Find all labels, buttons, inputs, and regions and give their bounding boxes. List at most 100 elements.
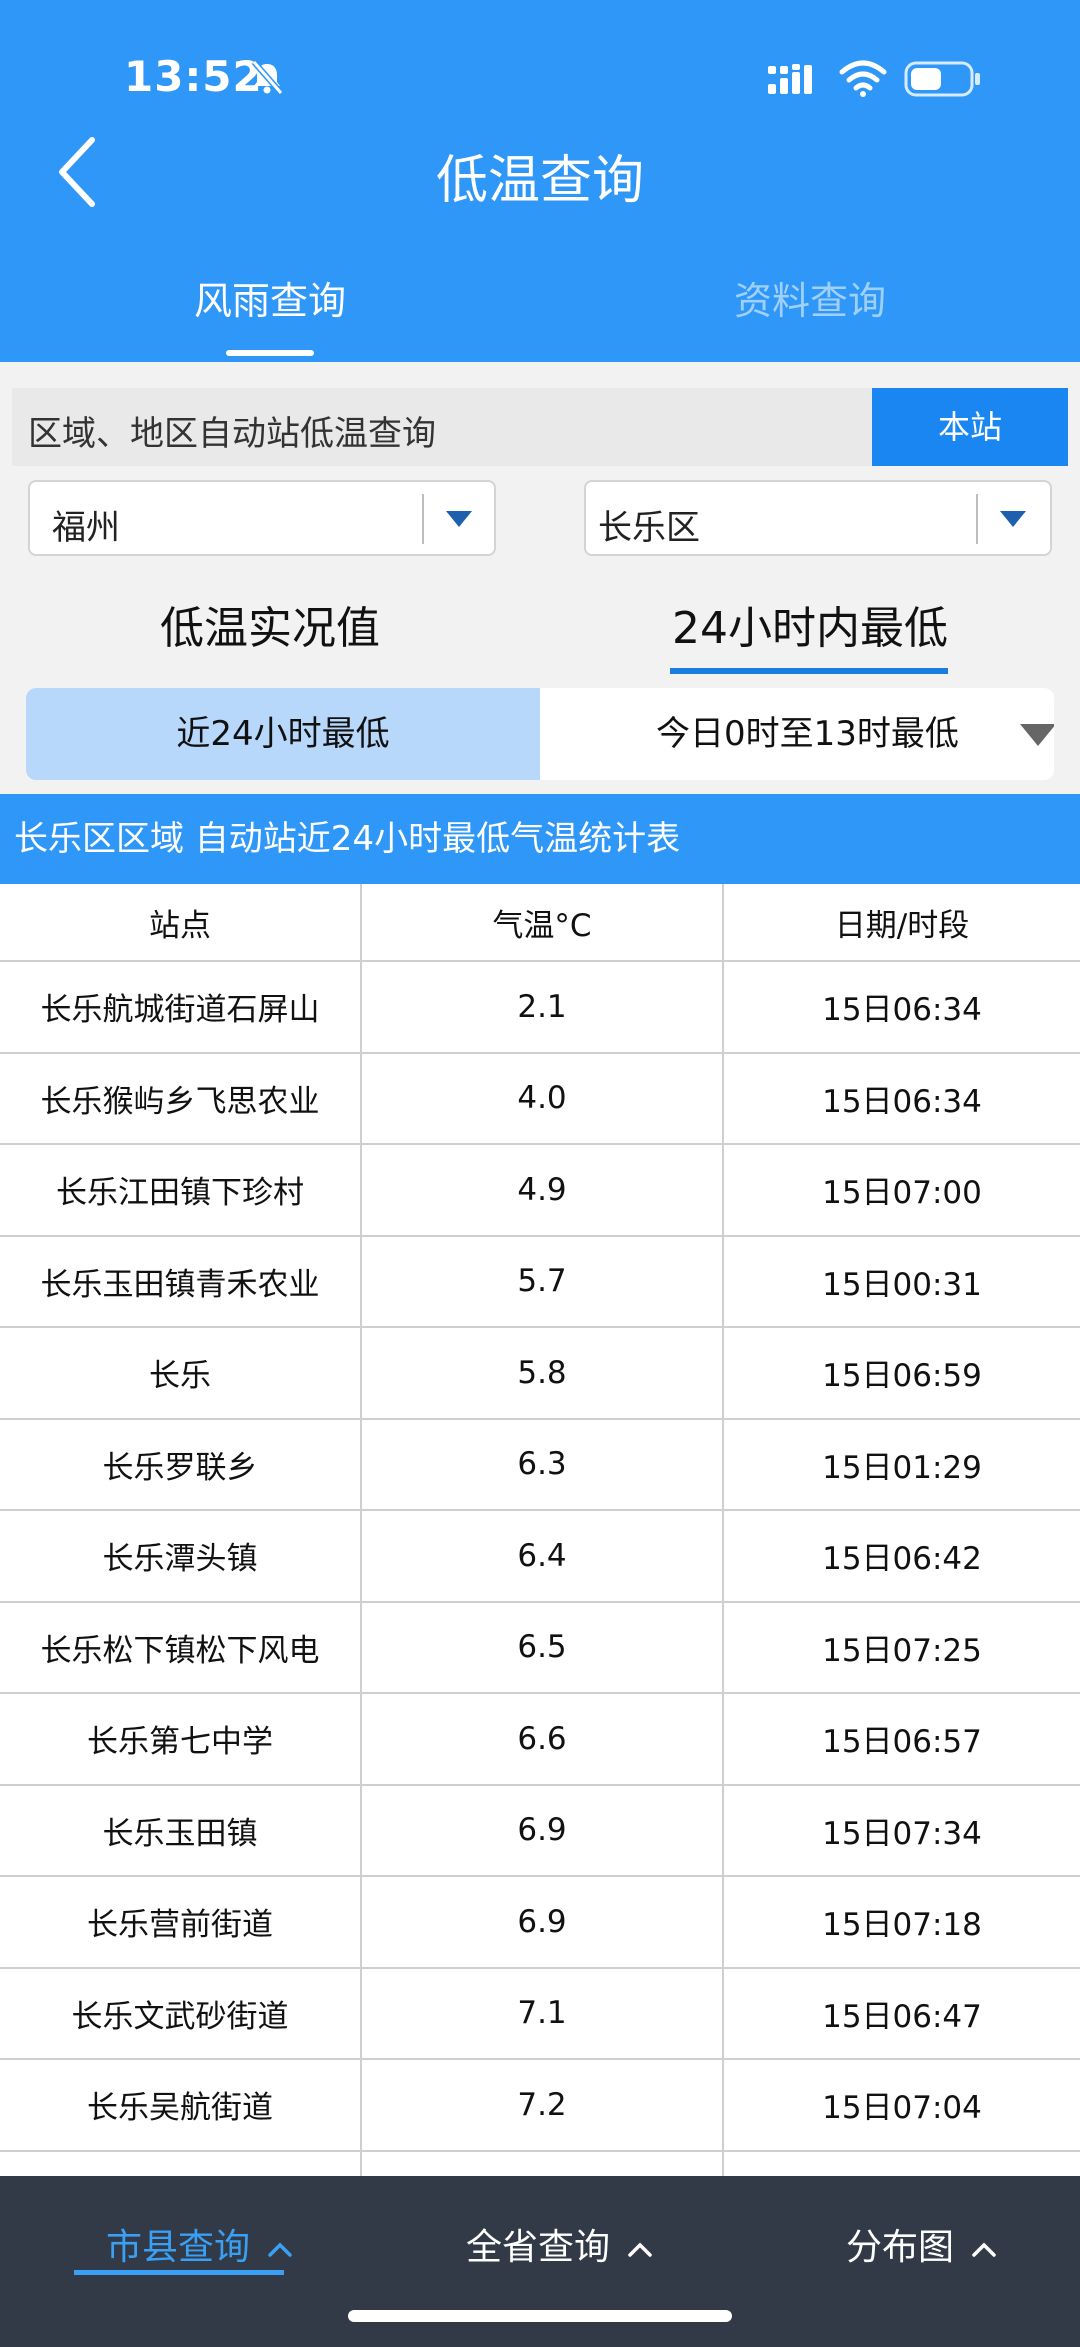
- cell-station: 长乐猴屿乡飞思农业: [40, 1083, 320, 1120]
- page-title: 低温查询: [435, 151, 644, 211]
- mode-tab-indicator: [670, 668, 948, 674]
- dropdown-triangle-icon[interactable]: [1018, 722, 1054, 748]
- bottom-tab-label: 分布图: [846, 2227, 955, 2268]
- cell-datetime: 15日06:47: [722, 1968, 1080, 2058]
- cell-temperature: 6.9: [360, 1785, 722, 1875]
- cell-temperature: 6.4: [360, 1511, 722, 1601]
- cell-datetime: 15日07:34: [722, 1785, 1080, 1875]
- cellular-signal-icon: [768, 64, 812, 94]
- bottom-tab-label: 市县查询: [106, 2227, 251, 2268]
- chevron-up-icon: [268, 2242, 293, 2257]
- cell-datetime: 15日07:04: [722, 2060, 1080, 2150]
- city-select-value: 福州: [52, 508, 120, 548]
- cell-temperature: 6.5: [360, 1602, 722, 1692]
- status-time: 13:52: [124, 52, 263, 101]
- cell-temperature: 6.6: [360, 1694, 722, 1784]
- cell-station: 长乐江田镇下珍村: [56, 1175, 304, 1212]
- query-label: 区域、地区自动站低温查询: [28, 414, 436, 454]
- cell-temperature: 7.2: [360, 2060, 722, 2150]
- cell-datetime: 15日06:42: [722, 1511, 1080, 1601]
- bottom-tab-indicator: [74, 2270, 284, 2275]
- cell-temperature: 2.1: [360, 962, 722, 1052]
- table-row: 长乐吴航街道 7.2 15日07:04: [0, 2060, 1080, 2152]
- dropdown-arrow-icon: [1000, 511, 1026, 527]
- bell-muted-icon: [251, 60, 284, 95]
- chevron-up-icon: [972, 2242, 997, 2257]
- battery-icon: [904, 61, 980, 97]
- cell-station: 长乐第七中学: [87, 1724, 273, 1761]
- cell-datetime: 15日06:34: [722, 1053, 1080, 1143]
- bottom-nav: 市县查询 全省查询 分布图: [0, 2176, 1080, 2347]
- home-indicator: [348, 2310, 732, 2322]
- tab-low-temp-live[interactable]: 低温实况值: [0, 592, 540, 656]
- cell-datetime: 15日07:18: [722, 1877, 1080, 1967]
- cell-station: 长乐松下镇松下风电: [40, 1632, 320, 1669]
- table-row: 长乐营前街道 6.9 15日07:18: [0, 1877, 1080, 1969]
- select-divider: [976, 494, 978, 544]
- cell-station: 长乐: [149, 1358, 211, 1395]
- column-header-temperature: 气温°C: [360, 884, 722, 960]
- table-row: 长乐松下镇松下风电 6.5 15日07:25: [0, 1602, 1080, 1694]
- table-row-partial: [0, 2151, 1080, 2177]
- table-cell-empty: [360, 2151, 722, 2176]
- cell-station: 长乐潭头镇: [102, 1541, 258, 1578]
- bottom-tab-city-county[interactable]: 市县查询: [106, 2218, 293, 2270]
- column-header-station: 站点: [149, 907, 211, 944]
- cell-temperature: 4.0: [360, 1053, 722, 1143]
- active-tab-indicator: [226, 350, 314, 356]
- cell-station: 长乐营前街道: [87, 1907, 273, 1944]
- cell-station: 长乐玉田镇: [102, 1815, 258, 1852]
- column-header-datetime: 日期/时段: [722, 884, 1080, 960]
- cell-datetime: 15日00:31: [722, 1236, 1080, 1326]
- cell-datetime: 15日06:57: [722, 1694, 1080, 1784]
- bottom-tab-distribution-map[interactable]: 分布图: [846, 2218, 997, 2270]
- cell-temperature: 5.7: [360, 1236, 722, 1326]
- cell-datetime: 15日01:29: [722, 1419, 1080, 1509]
- table-row: 长乐玉田镇 6.9 15日07:34: [0, 1785, 1080, 1877]
- district-select[interactable]: 长乐区: [584, 480, 1052, 556]
- table-row: 长乐罗联乡 6.3 15日01:29: [0, 1419, 1080, 1511]
- cell-station: 长乐文武砂街道: [71, 1998, 289, 2035]
- tab-24h-lowest[interactable]: 24小时内最低: [540, 592, 1080, 656]
- select-divider: [422, 494, 424, 544]
- dropdown-arrow-icon: [446, 511, 472, 527]
- range-segment: 近24小时最低 今日0时至13时最低: [26, 688, 1054, 780]
- tab-wind-rain-query[interactable]: 风雨查询: [0, 270, 540, 325]
- table-row: 长乐航城街道石屏山 2.1 15日06:34: [0, 962, 1080, 1054]
- table-row: 长乐潭头镇 6.4 15日06:42: [0, 1511, 1080, 1603]
- chevron-up-icon: [628, 2242, 653, 2257]
- cell-temperature: 4.9: [360, 1145, 722, 1235]
- table-cell-empty: [0, 2152, 360, 2177]
- cell-temperature: 6.9: [360, 1877, 722, 1967]
- temperature-table: 站点 气温°C 日期/时段 长乐航城街道石屏山 2.1 15日06:34 长乐猴屿乡飞…: [0, 884, 1080, 2176]
- tab-data-query[interactable]: 资料查询: [540, 270, 1080, 325]
- station-button[interactable]: 本站: [872, 388, 1068, 466]
- cell-temperature: 7.1: [360, 1968, 722, 2058]
- wifi-icon: [839, 60, 887, 97]
- cell-datetime: 15日07:00: [722, 1145, 1080, 1235]
- range-last-24h[interactable]: 近24小时最低: [26, 688, 540, 780]
- table-row: 长乐江田镇下珍村 4.9 15日07:00: [0, 1145, 1080, 1237]
- table-row: 长乐文武砂街道 7.1 15日06:47: [0, 1968, 1080, 2060]
- table-row: 长乐玉田镇青禾农业 5.7 15日00:31: [0, 1236, 1080, 1328]
- cell-temperature: 5.8: [360, 1328, 722, 1418]
- cell-datetime: 15日06:34: [722, 962, 1080, 1052]
- table-row: 长乐猴屿乡飞思农业 4.0 15日06:34: [0, 1053, 1080, 1145]
- city-select[interactable]: 福州: [28, 480, 496, 556]
- cell-station: 长乐吴航街道: [87, 2090, 273, 2127]
- app-header: 13:52 低温查询 风雨查询 资料查询: [0, 0, 1080, 362]
- bottom-tab-label: 全省查询: [466, 2227, 611, 2268]
- table-header-row: 站点 气温°C 日期/时段: [0, 884, 1080, 962]
- table-title: 长乐区区域 自动站近24小时最低气温统计表: [0, 794, 1080, 884]
- cell-datetime: 15日06:59: [722, 1328, 1080, 1418]
- cell-temperature: 6.3: [360, 1419, 722, 1509]
- table-row: 长乐 5.8 15日06:59: [0, 1328, 1080, 1420]
- cell-station: 长乐航城街道石屏山: [40, 992, 320, 1029]
- table-cell-empty: [722, 2151, 1080, 2176]
- district-select-value: 长乐区: [598, 508, 700, 548]
- cell-station: 长乐玉田镇青禾农业: [40, 1266, 320, 1303]
- range-today[interactable]: 今日0时至13时最低: [540, 688, 1054, 780]
- cell-station: 长乐罗联乡: [102, 1449, 258, 1486]
- cell-datetime: 15日07:25: [722, 1602, 1080, 1692]
- bottom-tab-province[interactable]: 全省查询: [466, 2218, 653, 2270]
